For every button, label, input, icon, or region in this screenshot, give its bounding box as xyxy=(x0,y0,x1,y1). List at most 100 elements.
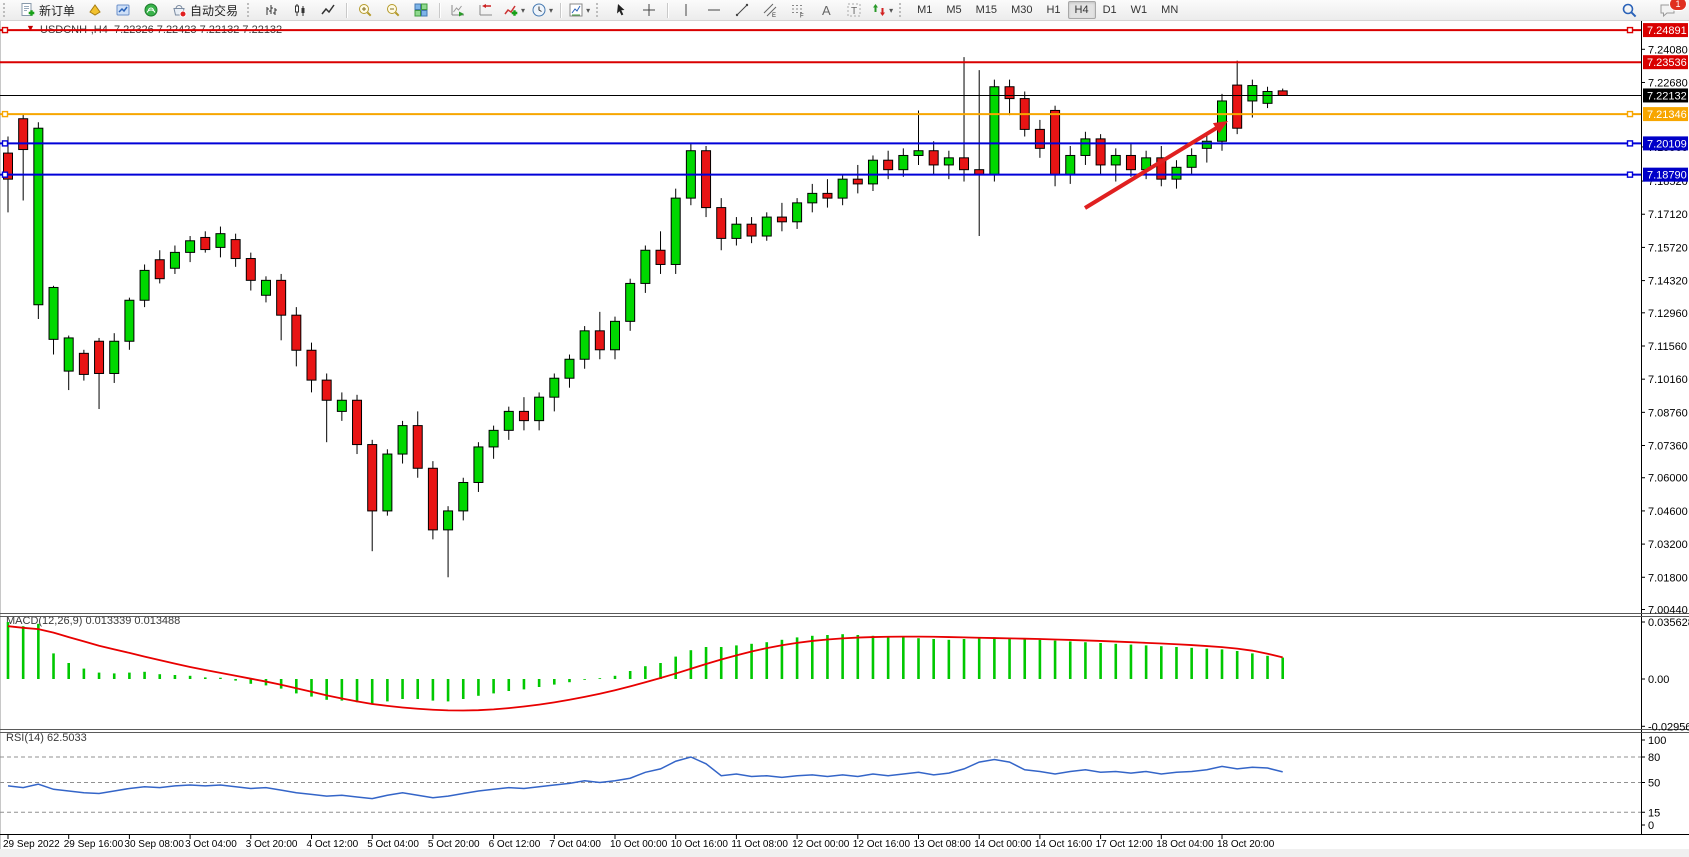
notifications-button[interactable]: 1 xyxy=(1653,0,1681,20)
horizontal-line-icon xyxy=(706,2,722,18)
timeframe-button-h1[interactable]: H1 xyxy=(1039,1,1067,19)
zoom-in-icon xyxy=(357,2,373,18)
svg-text:10 Oct 16:00: 10 Oct 16:00 xyxy=(671,839,729,850)
crosshair-icon xyxy=(641,2,657,18)
svg-text:7.22680: 7.22680 xyxy=(1648,77,1688,89)
svg-text:3 Oct 20:00: 3 Oct 20:00 xyxy=(246,839,298,850)
search-button[interactable] xyxy=(1615,0,1643,20)
svg-text:7.22132: 7.22132 xyxy=(1647,90,1687,102)
toolbar-grip xyxy=(899,3,905,17)
toolbar-separator xyxy=(346,3,347,18)
chart-shift-button[interactable] xyxy=(472,0,500,20)
svg-text:F: F xyxy=(800,14,804,19)
timeframe-button-m1[interactable]: M1 xyxy=(910,1,939,19)
tile-windows-button[interactable] xyxy=(407,0,435,20)
svg-text:7.15720: 7.15720 xyxy=(1648,242,1688,254)
signals-icon xyxy=(143,2,159,18)
timeframe-button-h4[interactable]: H4 xyxy=(1068,1,1096,19)
svg-text:7.17120: 7.17120 xyxy=(1648,209,1688,221)
svg-text:7.21346: 7.21346 xyxy=(1647,109,1687,121)
notification-badge: 1 xyxy=(1669,0,1687,11)
autotrading-button[interactable]: 自动交易 xyxy=(165,0,244,20)
svg-text:7.24080: 7.24080 xyxy=(1648,44,1688,56)
signals-button[interactable] xyxy=(137,0,165,20)
svg-text:11 Oct 08:00: 11 Oct 08:00 xyxy=(731,839,788,850)
search-icon xyxy=(1621,2,1638,19)
zoom-out-button[interactable] xyxy=(379,0,407,20)
cursor-tool-button[interactable] xyxy=(607,0,635,20)
crosshair-tool-button[interactable] xyxy=(635,0,663,20)
autotrading-icon xyxy=(171,2,187,18)
periods-button[interactable]: ▾ xyxy=(528,0,556,20)
clock-icon xyxy=(531,2,547,18)
indicators-button[interactable]: ▾ xyxy=(500,0,528,20)
text-label-tool-button[interactable]: T xyxy=(840,0,868,20)
timeframe-button-w1[interactable]: W1 xyxy=(1124,1,1155,19)
horizontal-line-objects[interactable] xyxy=(0,28,1641,178)
trendline-tool-button[interactable] xyxy=(728,0,756,20)
svg-text:100: 100 xyxy=(1648,735,1666,747)
template-button[interactable]: ▾ xyxy=(565,0,593,20)
trend-arrow xyxy=(1085,121,1228,208)
text-tool-icon: A xyxy=(818,2,834,18)
rsi-pane: 1008050150 xyxy=(0,735,1666,832)
svg-text:18 Oct 20:00: 18 Oct 20:00 xyxy=(1217,839,1275,850)
svg-text:7.06000: 7.06000 xyxy=(1648,473,1688,485)
candlestick-chart-icon xyxy=(292,2,308,18)
zoom-out-icon xyxy=(385,2,401,18)
template-icon xyxy=(568,2,584,18)
channel-tool-button[interactable]: E xyxy=(756,0,784,20)
chart-frame xyxy=(0,20,1689,857)
toolbar: 新订单 自动交易 ▾ ▾ ▾ E F A T ▾ M1M5M15M30H1H4D… xyxy=(0,0,1689,21)
date-axis[interactable]: 29 Sep 202229 Sep 16:0030 Sep 08:003 Oct… xyxy=(3,834,1275,850)
timeframe-group: M1M5M15M30H1H4D1W1MN xyxy=(910,1,1185,19)
market-watch-icon xyxy=(115,2,131,18)
toolbar-grip xyxy=(596,3,602,17)
svg-text:7.08760: 7.08760 xyxy=(1648,407,1688,419)
chart-profile-button[interactable] xyxy=(81,0,109,20)
svg-text:29 Sep 2022: 29 Sep 2022 xyxy=(3,839,60,850)
new-order-label: 新订单 xyxy=(39,2,75,19)
horizontal-line-tool-button[interactable] xyxy=(700,0,728,20)
svg-text:5 Oct 04:00: 5 Oct 04:00 xyxy=(367,839,419,850)
arrows-tool-button[interactable]: ▾ xyxy=(868,0,896,20)
svg-text:7.00440: 7.00440 xyxy=(1648,604,1688,616)
candlestick-chart-button[interactable] xyxy=(286,0,314,20)
line-chart-button[interactable] xyxy=(314,0,342,20)
price-chart[interactable]: 7.240807.226807.199607.185207.171207.157… xyxy=(0,0,1689,857)
svg-text:50: 50 xyxy=(1648,778,1660,790)
macd-pane: 0.0356280.00-0.029561 xyxy=(8,617,1689,733)
new-order-button[interactable]: 新订单 xyxy=(14,0,81,20)
svg-text:3 Oct 04:00: 3 Oct 04:00 xyxy=(185,839,237,850)
text-label-icon: T xyxy=(846,2,862,18)
svg-text:7.12960: 7.12960 xyxy=(1648,308,1688,320)
vertical-line-tool-button[interactable] xyxy=(672,0,700,20)
bar-chart-button[interactable] xyxy=(258,0,286,20)
vertical-line-icon xyxy=(678,2,694,18)
chart-profile-icon xyxy=(87,2,103,18)
timeframe-button-m30[interactable]: M30 xyxy=(1004,1,1039,19)
price-axis[interactable]: 7.240807.226807.199607.185207.171207.157… xyxy=(1641,44,1688,616)
dropdown-caret-icon: ▾ xyxy=(586,6,590,15)
zoom-in-button[interactable] xyxy=(351,0,379,20)
toolbar-separator xyxy=(439,3,440,18)
timeframe-button-d1[interactable]: D1 xyxy=(1096,1,1124,19)
svg-text:7.18790: 7.18790 xyxy=(1647,170,1687,182)
timeframe-button-mn[interactable]: MN xyxy=(1154,1,1185,19)
market-watch-button[interactable] xyxy=(109,0,137,20)
svg-text:7.10160: 7.10160 xyxy=(1648,374,1688,386)
svg-text:7.07360: 7.07360 xyxy=(1648,441,1688,453)
timeframe-button-m15[interactable]: M15 xyxy=(969,1,1004,19)
auto-scroll-button[interactable] xyxy=(444,0,472,20)
text-tool-button[interactable]: A xyxy=(812,0,840,20)
fibonacci-tool-button[interactable]: F xyxy=(784,0,812,20)
svg-text:0.035628: 0.035628 xyxy=(1648,617,1689,629)
svg-text:80: 80 xyxy=(1648,752,1660,764)
fibonacci-icon: F xyxy=(790,2,806,18)
timeframe-button-m5[interactable]: M5 xyxy=(939,1,968,19)
svg-text:7.20109: 7.20109 xyxy=(1647,138,1687,150)
svg-text:13 Oct 08:00: 13 Oct 08:00 xyxy=(914,839,972,850)
toolbar-grip xyxy=(3,3,9,17)
svg-text:17 Oct 12:00: 17 Oct 12:00 xyxy=(1096,839,1154,850)
dropdown-caret-icon: ▾ xyxy=(521,6,525,15)
